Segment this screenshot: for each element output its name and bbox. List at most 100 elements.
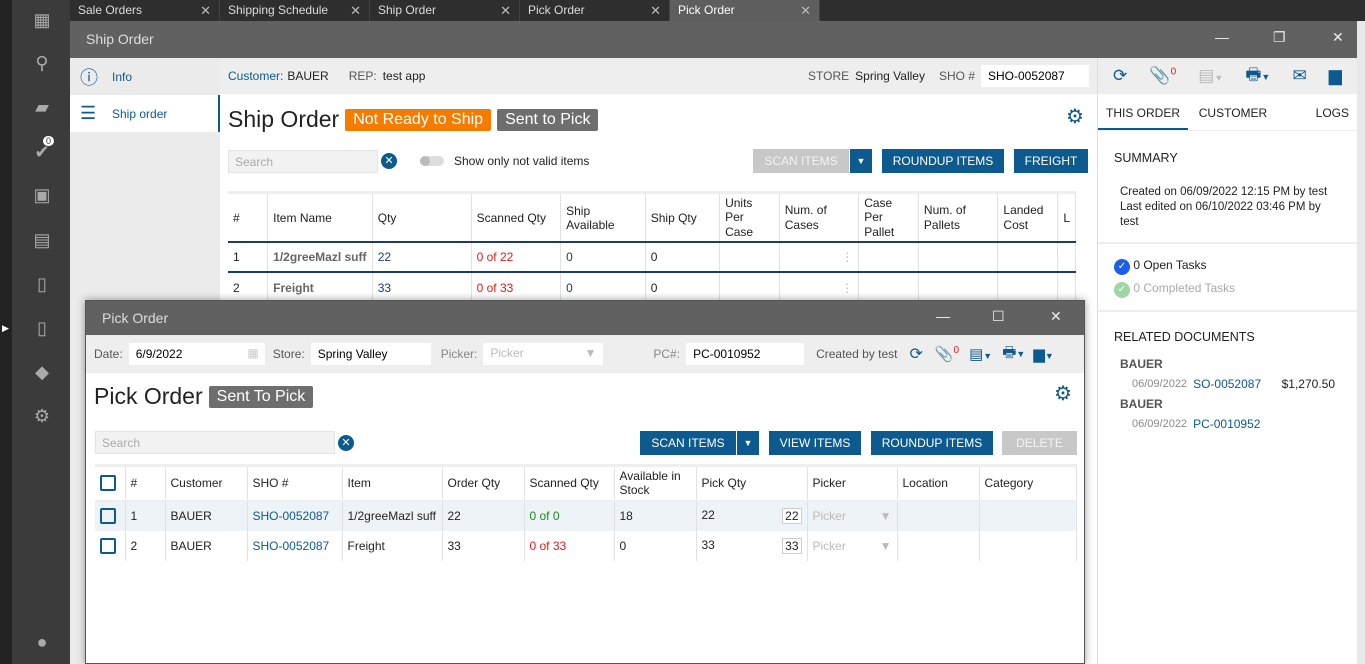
table-row[interactable]: 1 BAUER SHO-0052087 1/2greeMazl suff 22 … [95,500,1077,531]
nav-ship-order[interactable]: ☰ Ship order [70,95,220,132]
maximize-button[interactable]: ☐ [992,308,1005,325]
document-icon[interactable]: ▆▼ [1033,345,1053,363]
freight-button[interactable]: FREIGHT [1014,149,1088,173]
search-input[interactable]: Search [95,431,335,454]
close-icon[interactable]: ✕ [800,3,811,18]
tab-pick-order-active[interactable]: Pick Order ✕ [670,0,820,21]
clipboard-list-icon[interactable]: ▯ [32,318,52,338]
settings-gear-icon[interactable]: ⚙ [1054,381,1072,406]
doc-link[interactable]: SO-0052087 [1193,374,1261,394]
minimize-button[interactable]: — [1215,29,1229,45]
column-header[interactable]: Pick Qty [696,465,808,501]
close-icon[interactable]: ✕ [500,3,511,18]
table-row[interactable]: 2 BAUER SHO-0052087 Freight 33 0 of 33 0… [95,530,1077,561]
clear-search-icon[interactable]: ✕ [338,435,354,451]
nav-info[interactable]: ⓘ Info [70,58,220,95]
date-field[interactable] [128,343,265,365]
column-header[interactable]: Scanned Qty [524,465,615,501]
column-header[interactable]: # [228,192,269,243]
close-button[interactable]: ✕ [1332,29,1344,46]
delete-button[interactable]: DELETE [1002,431,1077,455]
column-header[interactable]: Units Per Case [719,192,780,243]
close-button[interactable]: ✕ [1050,308,1062,325]
document-icon[interactable]: ▆ [1329,66,1342,86]
print-icon[interactable]: 🖶▼ [1245,62,1270,91]
column-header[interactable]: Scanned Qty [471,192,562,243]
tab-this-order[interactable]: THIS ORDER [1098,94,1188,130]
column-header[interactable]: Num. of Cases [779,192,860,243]
roundup-items-button[interactable]: ROUNDUP ITEMS [871,431,993,455]
tab-pick-order[interactable]: Pick Order ✕ [520,0,670,21]
column-header[interactable]: Customer [165,465,248,501]
attachment-icon[interactable]: 📎0 [935,345,959,363]
settings-icon[interactable]: ⚙ [32,406,52,426]
doc-link[interactable]: PC-0010952 [1193,414,1260,434]
column-header[interactable]: Available in Stock [614,465,697,501]
column-header[interactable]: Ship Qty [645,192,721,243]
tab-sale-orders[interactable]: Sale Orders ✕ [70,0,220,21]
row-checkbox[interactable] [100,508,116,525]
folders-icon[interactable]: ▰ [32,97,52,117]
refresh-icon[interactable]: ⟳ [909,344,922,364]
drag-handle-icon[interactable]: ⋮ [779,272,860,303]
roundup-items-button[interactable]: ROUNDUP ITEMS [882,149,1004,173]
column-header[interactable]: Location [897,465,980,501]
pick-qty-input[interactable]: 22 [782,508,802,525]
contacts-icon[interactable]: ▣ [32,185,52,205]
refresh-icon[interactable]: ⟳ [1113,66,1127,86]
sho-field[interactable] [981,65,1089,87]
store-icon[interactable]: ▤ [32,230,52,250]
tag-icon[interactable]: ◆ [32,362,52,382]
column-header[interactable]: Ship Available [560,192,646,243]
print-icon[interactable]: 🖶▼ [1002,342,1025,367]
table-row[interactable]: 1 1/2greeMazl suff 22 0 of 22 0 0 ⋮ [228,242,1076,273]
clipboard-question-icon[interactable]: ▯ [32,274,52,294]
sho-link[interactable]: SHO-0052087 [247,530,343,561]
tab-ship-order[interactable]: Ship Order ✕ [370,0,520,21]
minimize-button[interactable]: — [936,308,950,324]
drag-handle-icon[interactable]: ⋮ [779,242,860,273]
column-header[interactable]: Num. of Pallets [918,192,999,243]
tab-logs[interactable]: LOGS [1278,94,1357,130]
user-icon[interactable]: ● [32,632,52,652]
close-icon[interactable]: ✕ [200,3,211,18]
completed-tasks[interactable]: ✓ 0 Completed Tasks [1114,277,1341,300]
tab-shipping-schedule[interactable]: Shipping Schedule ✕ [220,0,370,21]
list-doc-icon[interactable]: ▤▼ [969,345,992,363]
column-header[interactable]: Category [979,465,1077,501]
column-header[interactable]: Item Name [267,192,373,243]
view-items-button[interactable]: VIEW ITEMS [769,431,861,455]
column-header[interactable]: Item [342,465,443,501]
scan-items-button[interactable]: SCAN ITEMS [753,149,849,173]
table-row[interactable]: 2 Freight 33 0 of 33 0 0 ⋮ [228,272,1076,303]
attachment-icon[interactable]: 📎0 [1149,66,1176,86]
column-header[interactable]: SHO # [247,465,343,501]
picker-select[interactable]: Picker ▼ [483,343,604,365]
settings-gear-icon[interactable]: ⚙ [1066,104,1084,129]
column-header[interactable]: L [1057,192,1076,243]
cell[interactable]: 0 [645,242,721,273]
column-header[interactable]: Qty [372,192,472,243]
close-icon[interactable]: ✕ [350,3,361,18]
scrollbar[interactable] [1357,21,1365,664]
email-icon[interactable]: ✉ [1292,66,1306,86]
calendar-icon[interactable]: ▦ [247,346,258,360]
picker-select[interactable]: Picker [813,539,846,553]
close-icon[interactable]: ✕ [650,3,661,18]
column-header[interactable]: # [125,465,166,501]
store-field[interactable] [310,343,431,365]
select-all-checkbox[interactable] [100,475,116,492]
valid-items-toggle[interactable] [420,156,444,166]
sho-link[interactable]: SHO-0052087 [247,500,343,531]
column-header[interactable]: Case Per Pallet [858,192,919,243]
scan-dropdown-button[interactable]: ▼ [850,149,872,173]
search-icon[interactable]: ⚲ [32,53,52,73]
search-input[interactable]: Search [228,150,378,173]
column-header[interactable]: Picker [807,465,898,501]
column-header[interactable]: Order Qty [442,465,525,501]
clear-search-icon[interactable]: ✕ [381,153,397,169]
scan-dropdown-button[interactable]: ▼ [737,431,759,455]
scan-items-button[interactable]: SCAN ITEMS [640,431,736,455]
receipt-icon[interactable]: ▤▼ [1198,66,1223,86]
cell[interactable]: 0 [645,272,721,303]
